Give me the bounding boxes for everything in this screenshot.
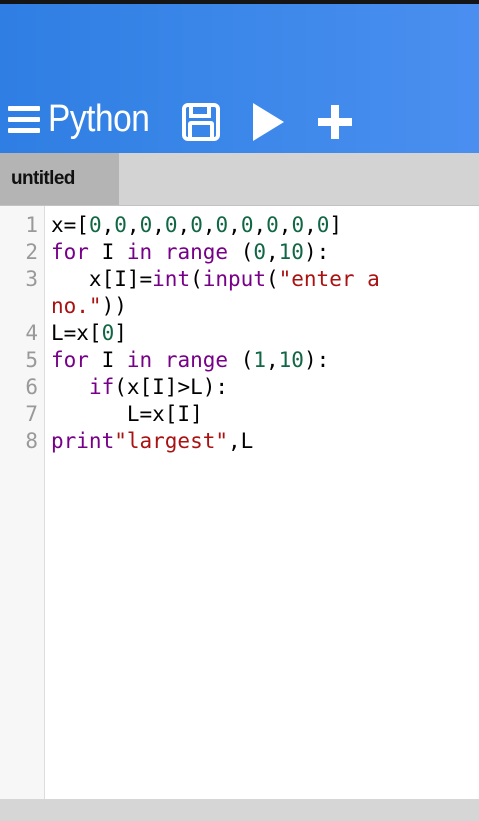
code-token-number: 0	[291, 213, 305, 237]
code-token-plain: (x[I]>L):	[114, 375, 229, 399]
code-token-keyword: in	[126, 348, 153, 372]
code-token-keyword: for	[51, 348, 89, 372]
code-token-number: 0	[88, 213, 102, 237]
code-token-number: 0	[240, 213, 254, 237]
code-token-plain: ,	[126, 213, 140, 237]
code-token-plain: (	[190, 267, 203, 291]
code-token-plain: I	[88, 240, 127, 264]
code-text: print"largest",L	[51, 428, 253, 455]
code-text: for I in range (1,10):	[51, 347, 329, 374]
code-token-number: 0	[101, 321, 115, 345]
code-token-plain: ,	[266, 240, 279, 264]
code-token-string: "enter a	[278, 267, 380, 291]
line-number: 4	[25, 321, 38, 345]
code-token-plain: ))	[101, 294, 127, 318]
code-token-plain: ,	[177, 213, 191, 237]
code-token-plain: ,	[266, 348, 279, 372]
add-file-button[interactable]	[313, 100, 357, 144]
line-number: 7	[25, 402, 38, 426]
code-token-keyword: range	[164, 240, 229, 264]
code-token-plain: L=x[	[51, 321, 102, 345]
code-token-string: "largest"	[114, 429, 229, 453]
line-number: 1	[25, 213, 38, 237]
tab-untitled[interactable]: untitled	[0, 153, 119, 205]
code-text: x=[0,0,0,0,0,0,0,0,0,0]	[51, 212, 342, 239]
code-text: no."))	[51, 293, 127, 320]
code-token-plain: ):	[303, 240, 330, 264]
tab-label: untitled	[11, 168, 75, 189]
bottom-bar	[0, 799, 479, 821]
code-token-number: 0	[253, 240, 266, 264]
code-token-number: 0	[164, 213, 178, 237]
code-token-plain: x=[	[51, 213, 89, 237]
code-token-number: 10	[278, 348, 304, 372]
code-token-string: no."	[51, 294, 102, 318]
code-token-keyword: int	[152, 267, 191, 291]
code-token-keyword: range	[164, 348, 229, 372]
code-token-plain: ,	[101, 213, 115, 237]
code-token-plain: ,	[304, 213, 317, 237]
code-token-number: 1	[253, 348, 266, 372]
code-token-plain: x[I]=	[51, 267, 153, 291]
line-number: 3	[25, 267, 38, 291]
code-editor[interactable]: x=[0,0,0,0,0,0,0,0,0,0] for I in range (0…	[45, 206, 479, 799]
code-token-number: 10	[278, 240, 304, 264]
code-token-plain: ,	[228, 213, 241, 237]
code-token-number: 0	[316, 213, 330, 237]
add-icon	[318, 105, 352, 139]
code-token-plain: ]	[329, 213, 343, 237]
code-token-plain: ,	[278, 213, 292, 237]
line-number: 8	[25, 429, 38, 453]
tab-strip: untitled	[0, 153, 479, 206]
code-token-number: 0	[139, 213, 153, 237]
app-title: Python	[48, 98, 150, 140]
app-bar: Python	[0, 4, 479, 153]
code-token-plain: ,	[152, 213, 165, 237]
code-text: if(x[I]>L):	[51, 374, 228, 401]
code-token-plain: ,	[202, 213, 216, 237]
run-icon	[253, 103, 284, 141]
line-number-gutter: 1 2 3 4 5 6 7 8	[0, 206, 45, 799]
code-text: for I in range (0,10):	[51, 239, 329, 266]
code-token-plain: L=x[I]	[51, 402, 203, 426]
line-number: 6	[25, 375, 38, 399]
code-token-plain: ]	[114, 321, 127, 345]
line-number: 2	[25, 240, 38, 264]
code-token-plain: ):	[303, 348, 330, 372]
code-token-plain: (	[228, 348, 254, 372]
run-button[interactable]	[245, 100, 289, 144]
code-token-plain: ,L	[228, 429, 254, 453]
code-token-number: 0	[114, 213, 127, 237]
save-button[interactable]	[179, 100, 223, 144]
code-text: L=x[I]	[51, 401, 203, 428]
code-token-keyword: print	[51, 429, 115, 453]
code-token-plain: I	[88, 348, 127, 372]
code-token-number: 0	[215, 213, 229, 237]
code-token-number: 0	[266, 213, 279, 237]
code-token-keyword: if	[88, 375, 115, 399]
code-token-plain: (	[265, 267, 279, 291]
save-icon	[182, 103, 220, 141]
code-token-keyword: in	[126, 240, 153, 264]
code-token-keyword: input	[202, 267, 266, 291]
code-token-plain: (	[228, 240, 254, 264]
code-token-plain: ,	[253, 213, 267, 237]
menu-icon[interactable]	[8, 106, 40, 134]
line-number: 5	[25, 348, 38, 372]
code-text: L=x[0]	[51, 320, 127, 347]
code-text: x[I]=int(input("enter a	[51, 266, 380, 293]
code-token-number: 0	[190, 213, 203, 237]
code-token-keyword: for	[51, 240, 89, 264]
